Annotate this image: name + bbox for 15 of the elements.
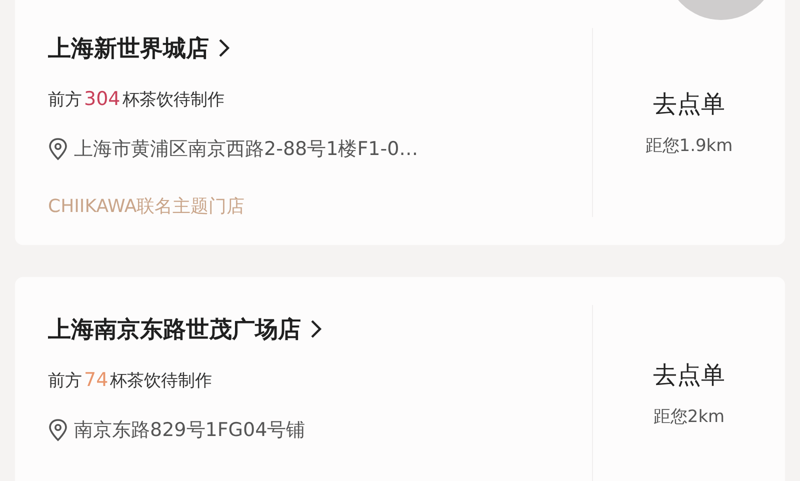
queue-text: 前方 304杯茶饮待制作 — [48, 88, 226, 111]
store-tag: CHIIKAWA联名主题门店 — [48, 195, 592, 219]
queue-text: 前方 74杯茶饮待制作 — [48, 369, 214, 392]
chevron-right-icon — [309, 318, 323, 340]
store-name[interactable]: 上海新世界城店 — [48, 32, 209, 64]
order-button[interactable]: 去点单 — [653, 88, 725, 120]
store-address: 南京东路829号1FG04号铺 — [74, 418, 306, 443]
order-button[interactable]: 去点单 — [653, 358, 725, 390]
store-address: 上海市黄浦区南京西路2-88号1楼F1-0… — [74, 137, 418, 162]
distance-text: 距您2km — [653, 406, 725, 428]
location-pin-icon — [48, 137, 68, 161]
chevron-right-icon — [217, 37, 231, 59]
location-pin-icon — [48, 418, 68, 442]
store-name[interactable]: 上海南京东路世茂广场店 — [48, 314, 301, 344]
distance-text: 距您1.9km — [645, 135, 733, 157]
